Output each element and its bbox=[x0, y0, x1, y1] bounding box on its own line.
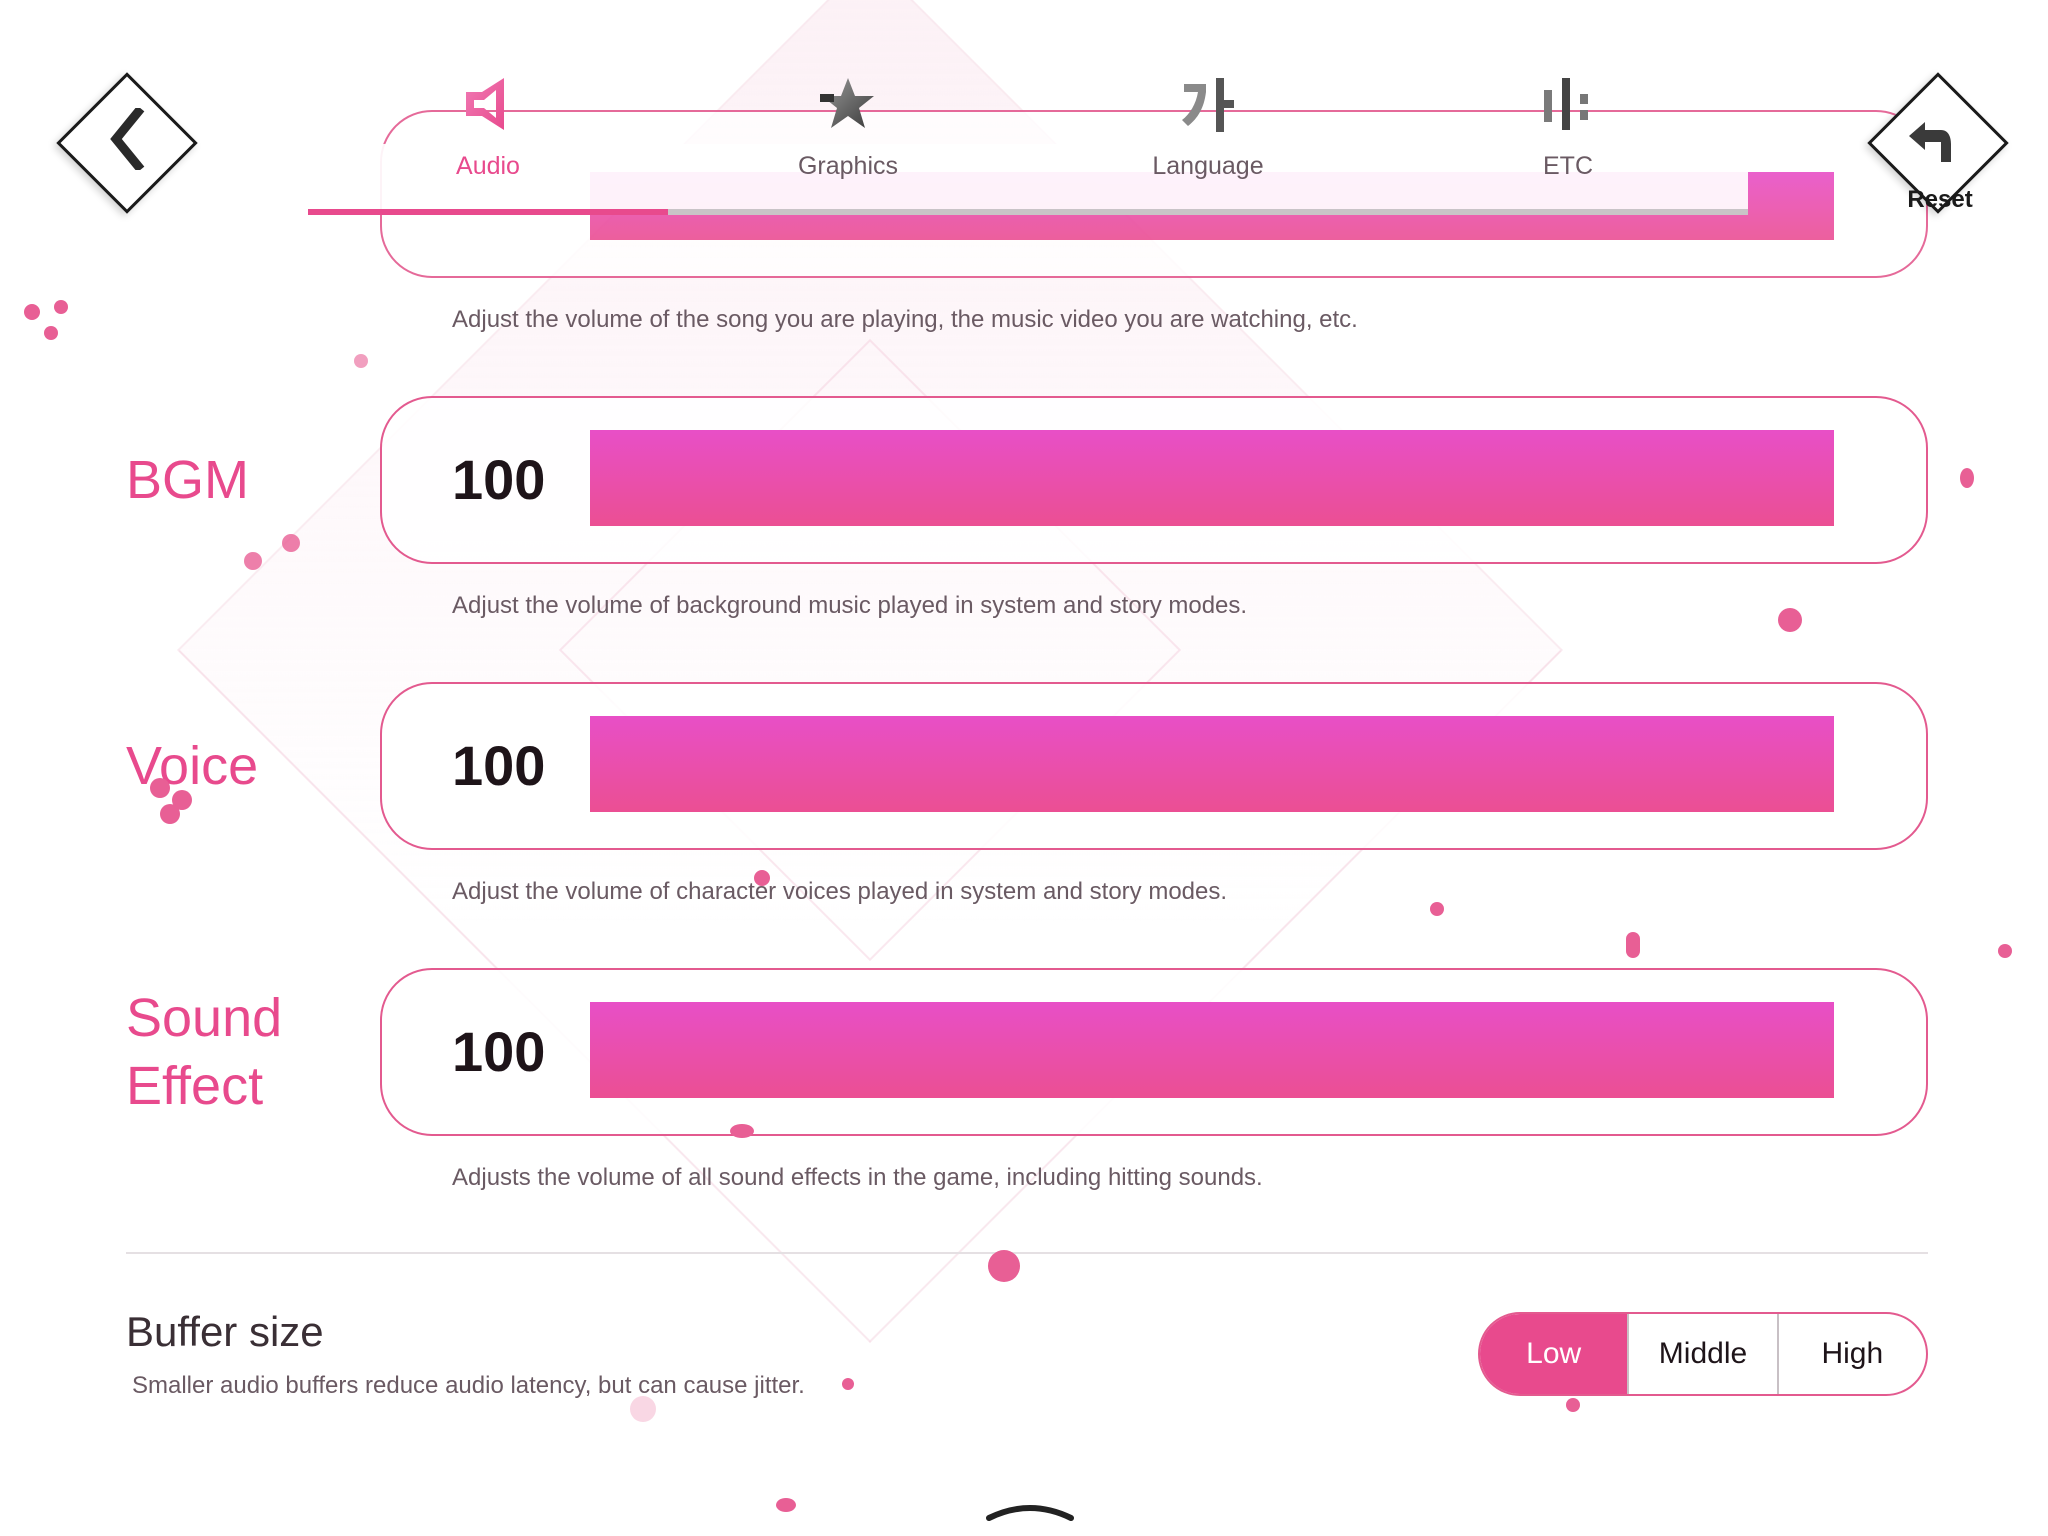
tab-etc-label: ETC bbox=[1543, 152, 1593, 180]
undo-arrow-icon[interactable] bbox=[1905, 118, 1955, 166]
particle-dot bbox=[354, 354, 368, 368]
speaker-icon bbox=[466, 78, 504, 130]
bgm-slider-track[interactable] bbox=[590, 430, 1834, 526]
particle-dot bbox=[44, 326, 58, 340]
sound-effect-slider-track[interactable] bbox=[590, 1002, 1834, 1098]
bgm-slider[interactable]: 100 bbox=[380, 396, 1928, 564]
section-divider bbox=[126, 1252, 1928, 1254]
voice-slider-track[interactable] bbox=[590, 716, 1834, 812]
tab-graphics-label: Graphics bbox=[797, 152, 899, 180]
sound-effect-label-line2: Effect bbox=[126, 1056, 264, 1116]
star-icon bbox=[820, 78, 874, 128]
tab-language[interactable]: Language bbox=[1028, 60, 1388, 210]
equalizer-icon bbox=[1544, 78, 1588, 130]
buffer-option-low[interactable]: Low bbox=[1480, 1314, 1628, 1394]
particle-dot bbox=[160, 804, 180, 824]
buffer-size-description: Smaller audio buffers reduce audio laten… bbox=[132, 1372, 805, 1399]
sound-effect-description: Adjusts the volume of all sound effects … bbox=[452, 1164, 1263, 1191]
tab-etc[interactable]: ETC bbox=[1388, 60, 1748, 210]
reset-label[interactable]: Reset bbox=[1880, 186, 2000, 214]
tab-graphics[interactable]: Graphics bbox=[668, 60, 1028, 210]
particle-dot bbox=[1998, 944, 2012, 958]
sound-effect-label: Sound Effect bbox=[126, 984, 282, 1120]
music-description: Adjust the volume of the song you are pl… bbox=[452, 306, 1358, 333]
voice-value: 100 bbox=[452, 734, 546, 797]
voice-slider[interactable]: 100 bbox=[380, 682, 1928, 850]
particle-dot bbox=[24, 304, 40, 320]
particle-dot bbox=[1430, 902, 1444, 916]
chevron-up-icon[interactable] bbox=[985, 1500, 1075, 1522]
bgm-description: Adjust the volume of background music pl… bbox=[452, 592, 1248, 619]
settings-tab-bar: Audio Graphics Language ETC bbox=[308, 60, 1748, 220]
particle-dot bbox=[244, 552, 262, 570]
bgm-value: 100 bbox=[452, 448, 546, 511]
particle-dot bbox=[776, 1498, 796, 1512]
tab-language-label: Language bbox=[1152, 152, 1264, 180]
voice-slider-fill bbox=[590, 716, 1834, 812]
bgm-slider-fill bbox=[590, 430, 1834, 526]
buffer-option-high[interactable]: High bbox=[1776, 1314, 1926, 1394]
bgm-label: BGM bbox=[126, 450, 250, 510]
voice-label: Voice bbox=[126, 736, 259, 796]
particle-dot bbox=[1566, 1398, 1580, 1412]
chevron-left-icon[interactable] bbox=[108, 108, 152, 170]
buffer-size-title: Buffer size bbox=[126, 1308, 324, 1355]
particle-dot bbox=[282, 534, 300, 552]
buffer-option-middle[interactable]: Middle bbox=[1627, 1314, 1776, 1394]
particle-dot bbox=[1626, 932, 1640, 958]
voice-description: Adjust the volume of character voices pl… bbox=[452, 878, 1228, 905]
particle-dot bbox=[54, 300, 68, 314]
hangul-ga-icon bbox=[1182, 78, 1234, 132]
particle-dot bbox=[988, 1250, 1020, 1282]
particle-dot bbox=[1778, 608, 1802, 632]
tab-audio[interactable]: Audio bbox=[308, 60, 668, 210]
tab-audio-label: Audio bbox=[456, 152, 520, 180]
sound-effect-slider-fill bbox=[590, 1002, 1834, 1098]
sound-effect-slider[interactable]: 100 bbox=[380, 968, 1928, 1136]
tab-active-indicator bbox=[308, 209, 668, 215]
particle-dot bbox=[842, 1378, 854, 1390]
particle-dot bbox=[1960, 468, 1974, 488]
buffer-size-selector: Low Middle High bbox=[1478, 1312, 1928, 1396]
sound-effect-value: 100 bbox=[452, 1020, 546, 1083]
sound-effect-label-line1: Sound bbox=[126, 988, 283, 1048]
